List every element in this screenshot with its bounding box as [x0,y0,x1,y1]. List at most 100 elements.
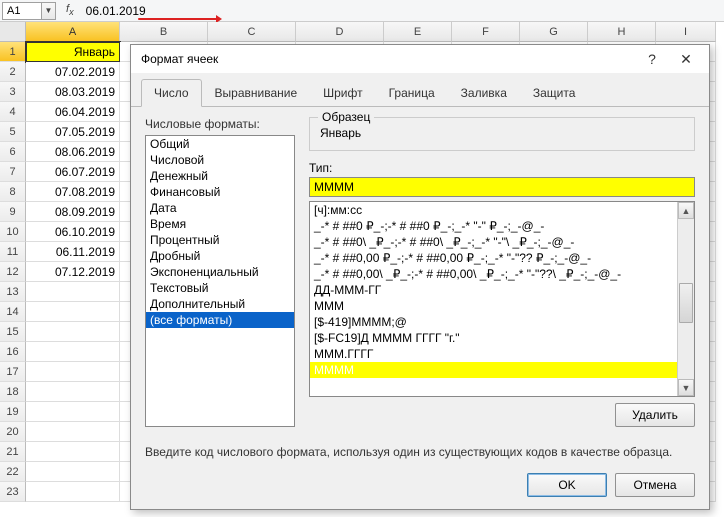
type-list-item[interactable]: МММ [310,298,677,314]
cell-A10[interactable]: 06.10.2019 [26,222,120,242]
column-header-A[interactable]: A [26,22,120,42]
row-header-19[interactable]: 19 [0,402,26,422]
type-list-item[interactable]: ДД-МММ-ГГ [310,282,677,298]
tab-protect[interactable]: Защита [520,79,589,106]
category-item[interactable]: Дробный [146,248,294,264]
row-header-11[interactable]: 11 [0,242,26,262]
row-header-16[interactable]: 16 [0,342,26,362]
column-header-C[interactable]: C [208,22,296,42]
row-header-5[interactable]: 5 [0,122,26,142]
cell-A5[interactable]: 07.05.2019 [26,122,120,142]
type-list-item[interactable]: [ч]:мм:сс [310,202,677,218]
category-item[interactable]: Экспоненциальный [146,264,294,280]
category-item[interactable]: Финансовый [146,184,294,200]
close-button[interactable]: ✕ [669,48,703,70]
category-listbox[interactable]: ОбщийЧисловойДенежныйФинансовыйДатаВремя… [145,135,295,427]
column-header-H[interactable]: H [588,22,656,42]
scroll-thumb[interactable] [679,283,693,323]
scroll-down-icon[interactable]: ▼ [678,379,694,396]
type-input[interactable] [309,177,695,197]
column-header-E[interactable]: E [384,22,452,42]
cell-A21[interactable] [26,442,120,462]
column-header-G[interactable]: G [520,22,588,42]
row-header-13[interactable]: 13 [0,282,26,302]
row-header-7[interactable]: 7 [0,162,26,182]
row-header-18[interactable]: 18 [0,382,26,402]
cell-A14[interactable] [26,302,120,322]
cell-A18[interactable] [26,382,120,402]
cell-A4[interactable]: 06.04.2019 [26,102,120,122]
delete-button[interactable]: Удалить [615,403,695,427]
category-item[interactable]: Дополнительный [146,296,294,312]
cancel-button[interactable]: Отмена [615,473,695,497]
category-item[interactable]: Числовой [146,152,294,168]
category-item[interactable]: Текстовый [146,280,294,296]
type-list-item[interactable]: _-* # ##0\ _₽_-;-* # ##0\ _₽_-;_-* "-"\ … [310,234,677,250]
row-header-2[interactable]: 2 [0,62,26,82]
type-list-item[interactable]: _-* # ##0,00 ₽_-;-* # ##0,00 ₽_-;_-* "-"… [310,250,677,266]
cell-A20[interactable] [26,422,120,442]
fx-icon[interactable]: fx [66,3,74,17]
type-list-item[interactable]: [$-FC19]Д ММММ ГГГГ "г." [310,330,677,346]
ok-button[interactable]: OK [527,473,607,497]
cell-A12[interactable]: 07.12.2019 [26,262,120,282]
row-header-21[interactable]: 21 [0,442,26,462]
column-header-D[interactable]: D [296,22,384,42]
formula-input[interactable]: 06.01.2019 [84,4,146,18]
row-header-10[interactable]: 10 [0,222,26,242]
tab-font[interactable]: Шрифт [310,79,375,106]
column-header-B[interactable]: B [120,22,208,42]
type-list-item[interactable]: _-* # ##0 ₽_-;-* # ##0 ₽_-;_-* "-" ₽_-;_… [310,218,677,234]
row-header-4[interactable]: 4 [0,102,26,122]
row-header-22[interactable]: 22 [0,462,26,482]
cell-A6[interactable]: 08.06.2019 [26,142,120,162]
row-header-6[interactable]: 6 [0,142,26,162]
category-item[interactable]: Время [146,216,294,232]
row-header-17[interactable]: 17 [0,362,26,382]
dialog-titlebar[interactable]: Формат ячеек ? ✕ [131,45,709,73]
category-item[interactable]: Общий [146,136,294,152]
row-header-8[interactable]: 8 [0,182,26,202]
cell-A19[interactable] [26,402,120,422]
name-box-dropdown[interactable]: ▼ [42,2,56,20]
cell-A16[interactable] [26,342,120,362]
cell-A15[interactable] [26,322,120,342]
row-header-1[interactable]: 1 [0,42,26,62]
row-header-15[interactable]: 15 [0,322,26,342]
category-item[interactable]: Дата [146,200,294,216]
cell-A23[interactable] [26,482,120,502]
tab-border[interactable]: Граница [376,79,448,106]
cell-A2[interactable]: 07.02.2019 [26,62,120,82]
column-header-F[interactable]: F [452,22,520,42]
tab-number[interactable]: Число [141,79,202,107]
select-all-corner[interactable] [0,22,26,42]
scroll-track[interactable] [678,219,694,379]
tab-alignment[interactable]: Выравнивание [202,79,311,106]
type-listbox[interactable]: [ч]:мм:сс_-* # ##0 ₽_-;-* # ##0 ₽_-;_-* … [310,202,677,396]
name-box[interactable]: A1 [2,2,42,20]
type-list-item[interactable]: _-* # ##0,00\ _₽_-;-* # ##0,00\ _₽_-;_-*… [310,266,677,282]
type-list-item[interactable]: ММММ [310,362,677,378]
row-header-23[interactable]: 23 [0,482,26,502]
type-list-item[interactable]: МММ.ГГГГ [310,346,677,362]
cell-A11[interactable]: 06.11.2019 [26,242,120,262]
category-item[interactable]: Денежный [146,168,294,184]
type-list-item[interactable]: [$-419]ММММ;@ [310,314,677,330]
row-header-9[interactable]: 9 [0,202,26,222]
cell-A7[interactable]: 06.07.2019 [26,162,120,182]
cell-A8[interactable]: 07.08.2019 [26,182,120,202]
column-header-I[interactable]: I [656,22,716,42]
cell-A3[interactable]: 08.03.2019 [26,82,120,102]
category-item[interactable]: Процентный [146,232,294,248]
row-header-3[interactable]: 3 [0,82,26,102]
tab-fill[interactable]: Заливка [448,79,520,106]
cell-A9[interactable]: 08.09.2019 [26,202,120,222]
cell-A1[interactable]: Январь [26,42,120,62]
scroll-up-icon[interactable]: ▲ [678,202,694,219]
row-header-12[interactable]: 12 [0,262,26,282]
row-header-14[interactable]: 14 [0,302,26,322]
cell-A13[interactable] [26,282,120,302]
category-item[interactable]: (все форматы) [146,312,294,328]
help-button[interactable]: ? [635,48,669,70]
row-header-20[interactable]: 20 [0,422,26,442]
